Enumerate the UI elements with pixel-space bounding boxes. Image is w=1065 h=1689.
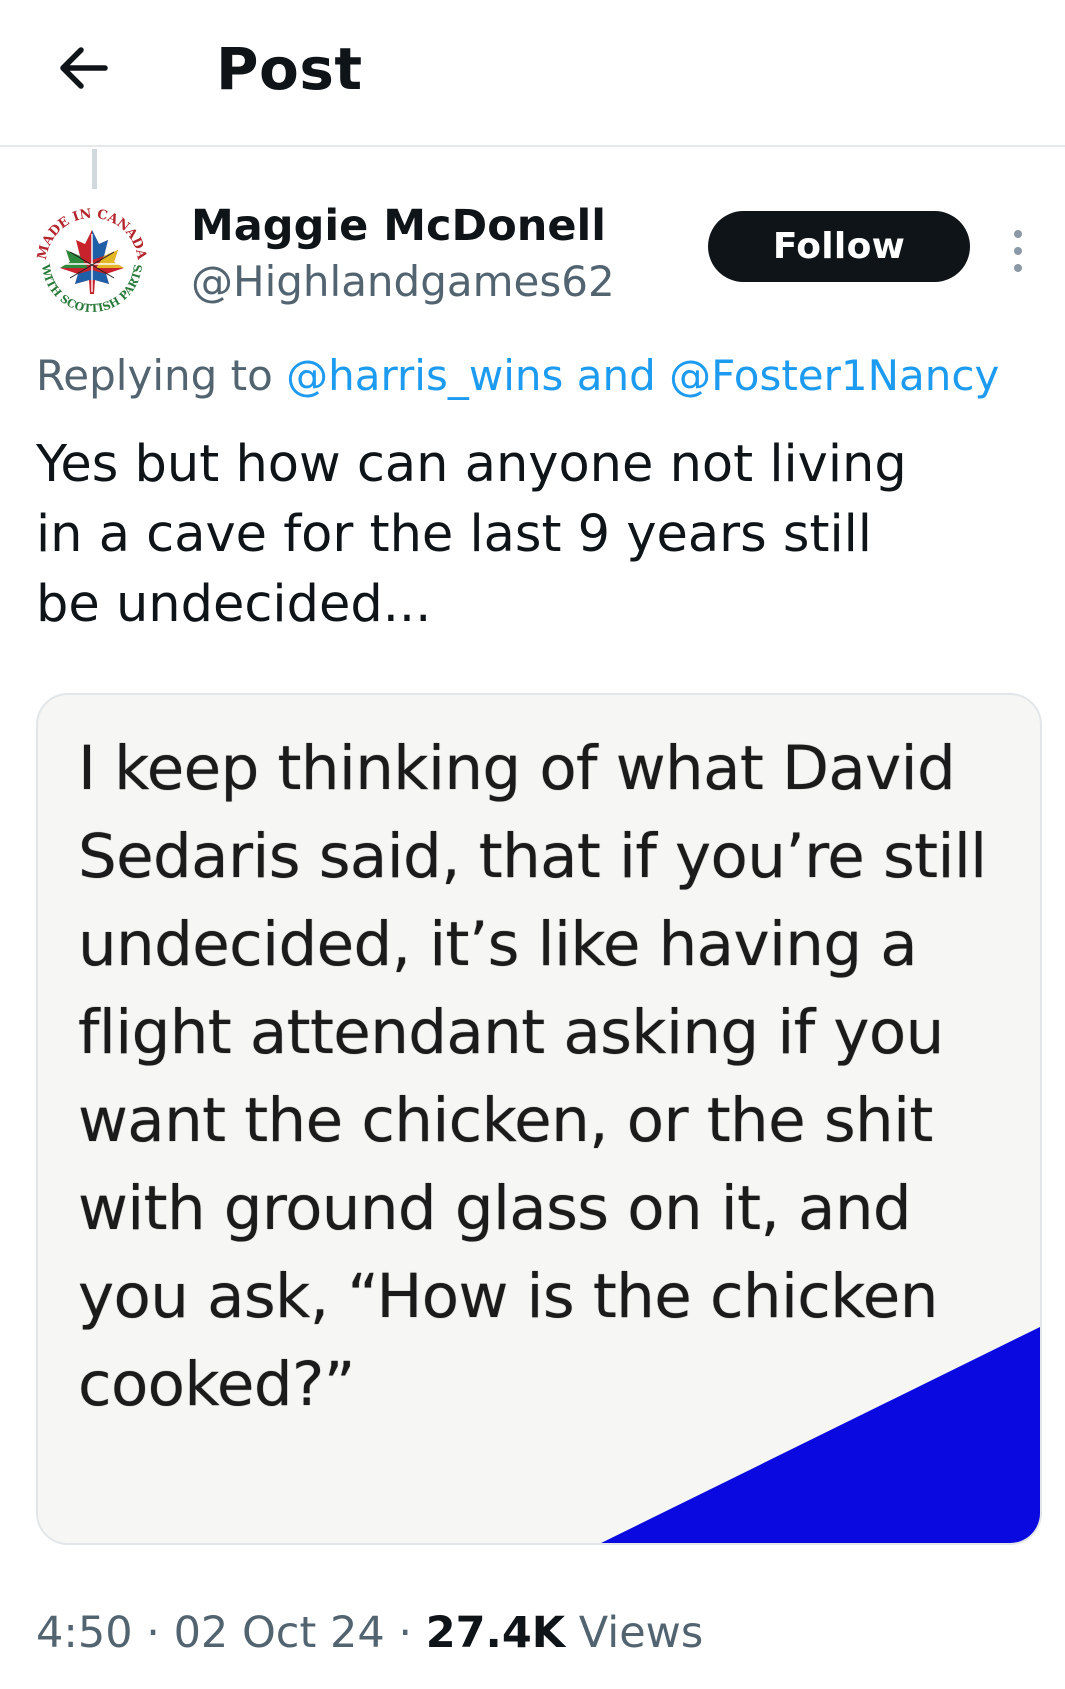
replying-to: Replying to @harris_wins and @Foster1Nan…: [36, 350, 999, 402]
more-vertical-icon-dot: [1014, 264, 1022, 272]
top-bar: Post: [0, 0, 1065, 147]
post-meta: 4:50 · 02 Oct 24 · 27.4K Views: [36, 1605, 703, 1661]
views-count[interactable]: 27.4K: [426, 1608, 565, 1658]
views-label: Views: [565, 1608, 704, 1658]
tweet-text: Yes but how can anyone not living in a c…: [36, 435, 907, 634]
mention-link-harris-wins[interactable]: @harris_wins: [286, 351, 563, 400]
avatar[interactable]: MADE IN CANADA WITH SCOTTISH PARTS: [26, 196, 158, 328]
arrow-left-icon: [60, 47, 108, 89]
mention-link-foster1nancy[interactable]: @Foster1Nancy: [669, 351, 999, 400]
back-button[interactable]: [50, 38, 116, 98]
blue-corner-shape: [601, 1326, 1040, 1543]
more-options-button[interactable]: [1000, 221, 1036, 281]
thread-connector-line: [92, 149, 97, 189]
follow-button[interactable]: Follow: [708, 211, 970, 282]
more-vertical-icon-dot: [1014, 247, 1022, 255]
author-name[interactable]: Maggie McDonell: [191, 200, 606, 252]
post-time: 4:50: [36, 1608, 133, 1658]
tweet-image[interactable]: I keep thinking of what David Sedaris sa…: [36, 693, 1042, 1545]
page-title: Post: [216, 35, 363, 103]
more-vertical-icon: [1014, 230, 1022, 238]
post-date: 02 Oct 24: [173, 1608, 385, 1658]
author-handle[interactable]: @Highlandgames62: [191, 256, 615, 308]
maple-leaf-logo: MADE IN CANADA WITH SCOTTISH PARTS: [27, 197, 157, 327]
meta-separator: ·: [132, 1608, 174, 1658]
replying-prefix: Replying to: [36, 351, 287, 400]
meta-separator: ·: [384, 1608, 426, 1658]
mention-joiner: and: [563, 351, 670, 400]
